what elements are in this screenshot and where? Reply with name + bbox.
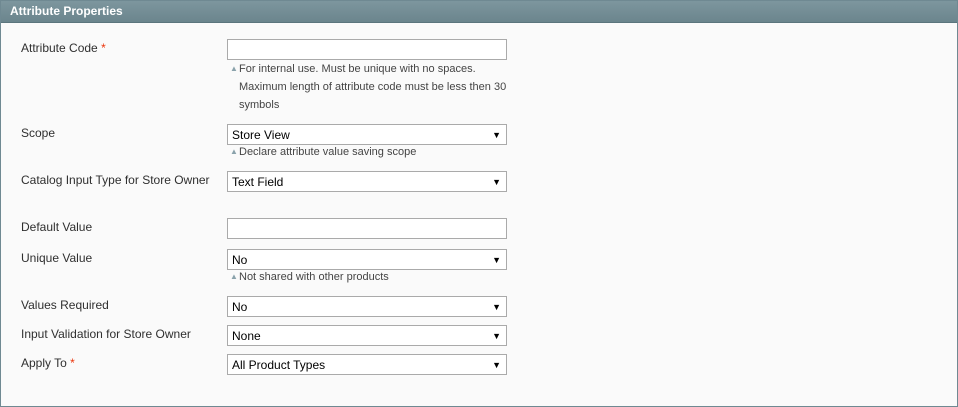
apply-to-select[interactable]: All Product Types ▼	[227, 354, 507, 375]
values-required-selected-value: No	[232, 300, 248, 314]
unique-value-select[interactable]: No ▼	[227, 249, 507, 270]
input-validation-label: Input Validation for Store Owner	[21, 327, 191, 341]
input-type-select[interactable]: Text Field ▼	[227, 171, 507, 192]
apply-to-selected-value: All Product Types	[232, 358, 326, 372]
dropdown-arrow-icon: ▼	[492, 255, 501, 265]
input-validation-selected-value: None	[232, 329, 261, 343]
scope-label: Scope	[21, 126, 56, 140]
unique-value-label: Unique Value	[21, 251, 93, 265]
required-mark: *	[70, 356, 75, 370]
input-type-selected-value: Text Field	[232, 175, 284, 189]
default-value-input[interactable]	[227, 218, 507, 239]
panel-title: Attribute Properties	[1, 1, 957, 23]
dropdown-arrow-icon: ▼	[492, 302, 501, 312]
note-triangle-icon: ▲	[230, 64, 238, 73]
scope-selected-value: Store View	[232, 128, 290, 142]
unique-value-selected-value: No	[232, 253, 248, 267]
values-required-select[interactable]: No ▼	[227, 296, 507, 317]
scope-note: ▲Declare attribute value saving scope	[230, 143, 520, 161]
scope-select[interactable]: Store View ▼	[227, 124, 507, 145]
input-type-label: Catalog Input Type for Store Owner	[21, 173, 210, 187]
unique-value-note: ▲Not shared with other products	[230, 268, 520, 286]
dropdown-arrow-icon: ▼	[492, 130, 501, 140]
values-required-label: Values Required	[21, 298, 109, 312]
apply-to-label: Apply To *	[21, 356, 75, 370]
attribute-code-note: ▲For internal use. Must be unique with n…	[230, 60, 520, 114]
default-value-label: Default Value	[21, 220, 93, 234]
attribute-code-label: Attribute Code *	[21, 41, 106, 55]
dropdown-arrow-icon: ▼	[492, 331, 501, 341]
attribute-properties-panel: Attribute Properties Attribute Code * ▲F…	[0, 0, 958, 407]
required-mark: *	[101, 41, 106, 55]
note-triangle-icon: ▲	[230, 272, 238, 281]
attribute-code-input[interactable]	[227, 39, 507, 60]
input-validation-select[interactable]: None ▼	[227, 325, 507, 346]
dropdown-arrow-icon: ▼	[492, 360, 501, 370]
note-triangle-icon: ▲	[230, 147, 238, 156]
dropdown-arrow-icon: ▼	[492, 177, 501, 187]
